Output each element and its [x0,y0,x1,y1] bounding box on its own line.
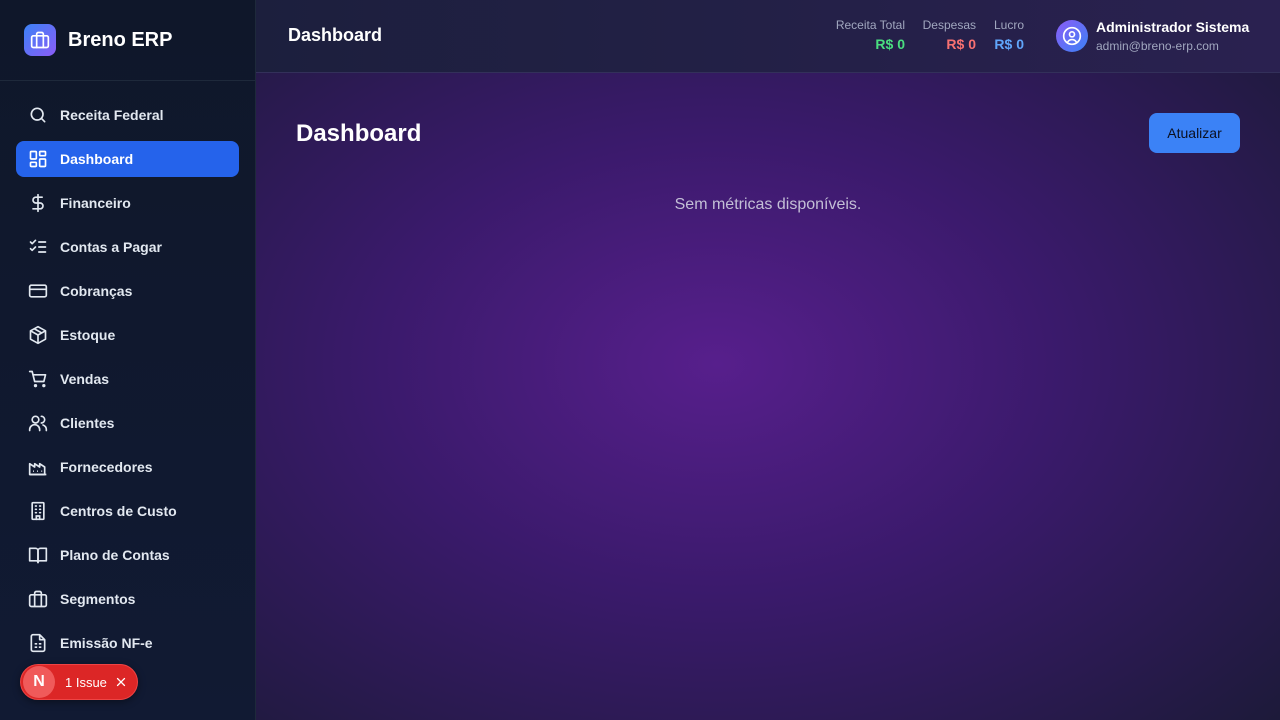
user-avatar[interactable] [1056,20,1088,52]
page-title: Dashboard [296,120,422,147]
factory-icon [28,457,48,477]
dollar-icon [28,193,48,213]
package-icon [28,325,48,345]
sidebar-item-centros-de-custo[interactable]: Centros de Custo [16,493,239,529]
sidebar-item-financeiro[interactable]: Financeiro [16,185,239,221]
sidebar-item-label: Cobranças [60,283,133,299]
briefcase-logo-icon [24,24,56,56]
header-title: Dashboard [288,25,383,45]
metric-lucro: Lucro R$ 0 [986,18,1024,55]
brand[interactable]: Breno ERP [0,0,255,81]
metric-despesas: Despesas R$ 0 [916,18,976,55]
sidebar-item-clientes[interactable]: Clientes [16,405,239,441]
top-header: Dashboard Receita Total R$ 0 Despesas R$… [256,0,1280,73]
sidebar-item-label: Emissão NF-e [60,635,153,651]
sidebar-nav: Receita Federal Dashboard Financeiro Con… [0,81,255,661]
issue-badge[interactable]: N 1 Issue [20,664,138,700]
search-icon [28,105,48,125]
sidebar-item-label: Centros de Custo [60,503,177,519]
sidebar-item-emissao-nfe[interactable]: Emissão NF-e [16,625,239,661]
sidebar-item-label: Estoque [60,327,116,343]
file-icon [28,633,48,653]
empty-state-message: Sem métricas disponíveis. [674,196,862,213]
book-icon [28,545,48,565]
sidebar-item-label: Segmentos [60,591,136,607]
briefcase-icon [28,589,48,609]
sidebar-item-plano-de-contas[interactable]: Plano de Contas [16,537,239,573]
dashboard-icon [28,149,48,169]
sidebar-item-label: Clientes [60,415,115,431]
sidebar-item-label: Fornecedores [60,459,153,475]
refresh-button[interactable]: Atualizar [1149,113,1240,153]
sidebar-item-label: Receita Federal [60,107,164,123]
user-name: Administrador Sistema [1096,19,1250,35]
sidebar-item-label: Vendas [60,371,110,387]
building-icon [28,501,48,521]
nextjs-logo-icon: N [23,666,55,698]
close-icon[interactable] [115,676,127,688]
metric-value: R$ 0 [946,36,976,52]
sidebar-item-vendas[interactable]: Vendas [16,361,239,397]
metric-label: Receita Total [835,18,905,32]
user-circle-icon [1062,26,1082,46]
metric-receita-total: Receita Total R$ 0 [826,18,905,55]
sidebar-item-dashboard[interactable]: Dashboard [16,141,239,177]
metric-value: R$ 0 [875,36,905,52]
metric-value: R$ 0 [994,36,1024,52]
sidebar-item-cobrancas[interactable]: Cobranças [16,273,239,309]
sidebar-item-label: Financeiro [60,195,131,211]
sidebar-item-label: Contas a Pagar [60,239,162,255]
sidebar-item-contas-a-pagar[interactable]: Contas a Pagar [16,229,239,265]
brand-name: Breno ERP [68,28,173,51]
sidebar-item-label: Plano de Contas [60,547,170,563]
sidebar-item-receita-federal[interactable]: Receita Federal [16,97,239,133]
sidebar: Breno ERP Receita Federal Dashboard Fina… [0,0,256,720]
metric-label: Despesas [922,18,976,32]
user-email: admin@breno-erp.com [1096,39,1219,53]
users-icon [28,413,48,433]
sidebar-item-label: Dashboard [60,151,134,167]
sidebar-item-estoque[interactable]: Estoque [16,317,239,353]
main-content: Dashboard Atualizar Sem métricas disponí… [256,73,1280,720]
cart-icon [28,369,48,389]
checklist-icon [28,237,48,257]
sidebar-item-segmentos[interactable]: Segmentos [16,581,239,617]
credit-card-icon [28,281,48,301]
metric-label: Lucro [993,18,1024,32]
issue-count: 1 Issue [65,674,107,690]
sidebar-item-fornecedores[interactable]: Fornecedores [16,449,239,485]
